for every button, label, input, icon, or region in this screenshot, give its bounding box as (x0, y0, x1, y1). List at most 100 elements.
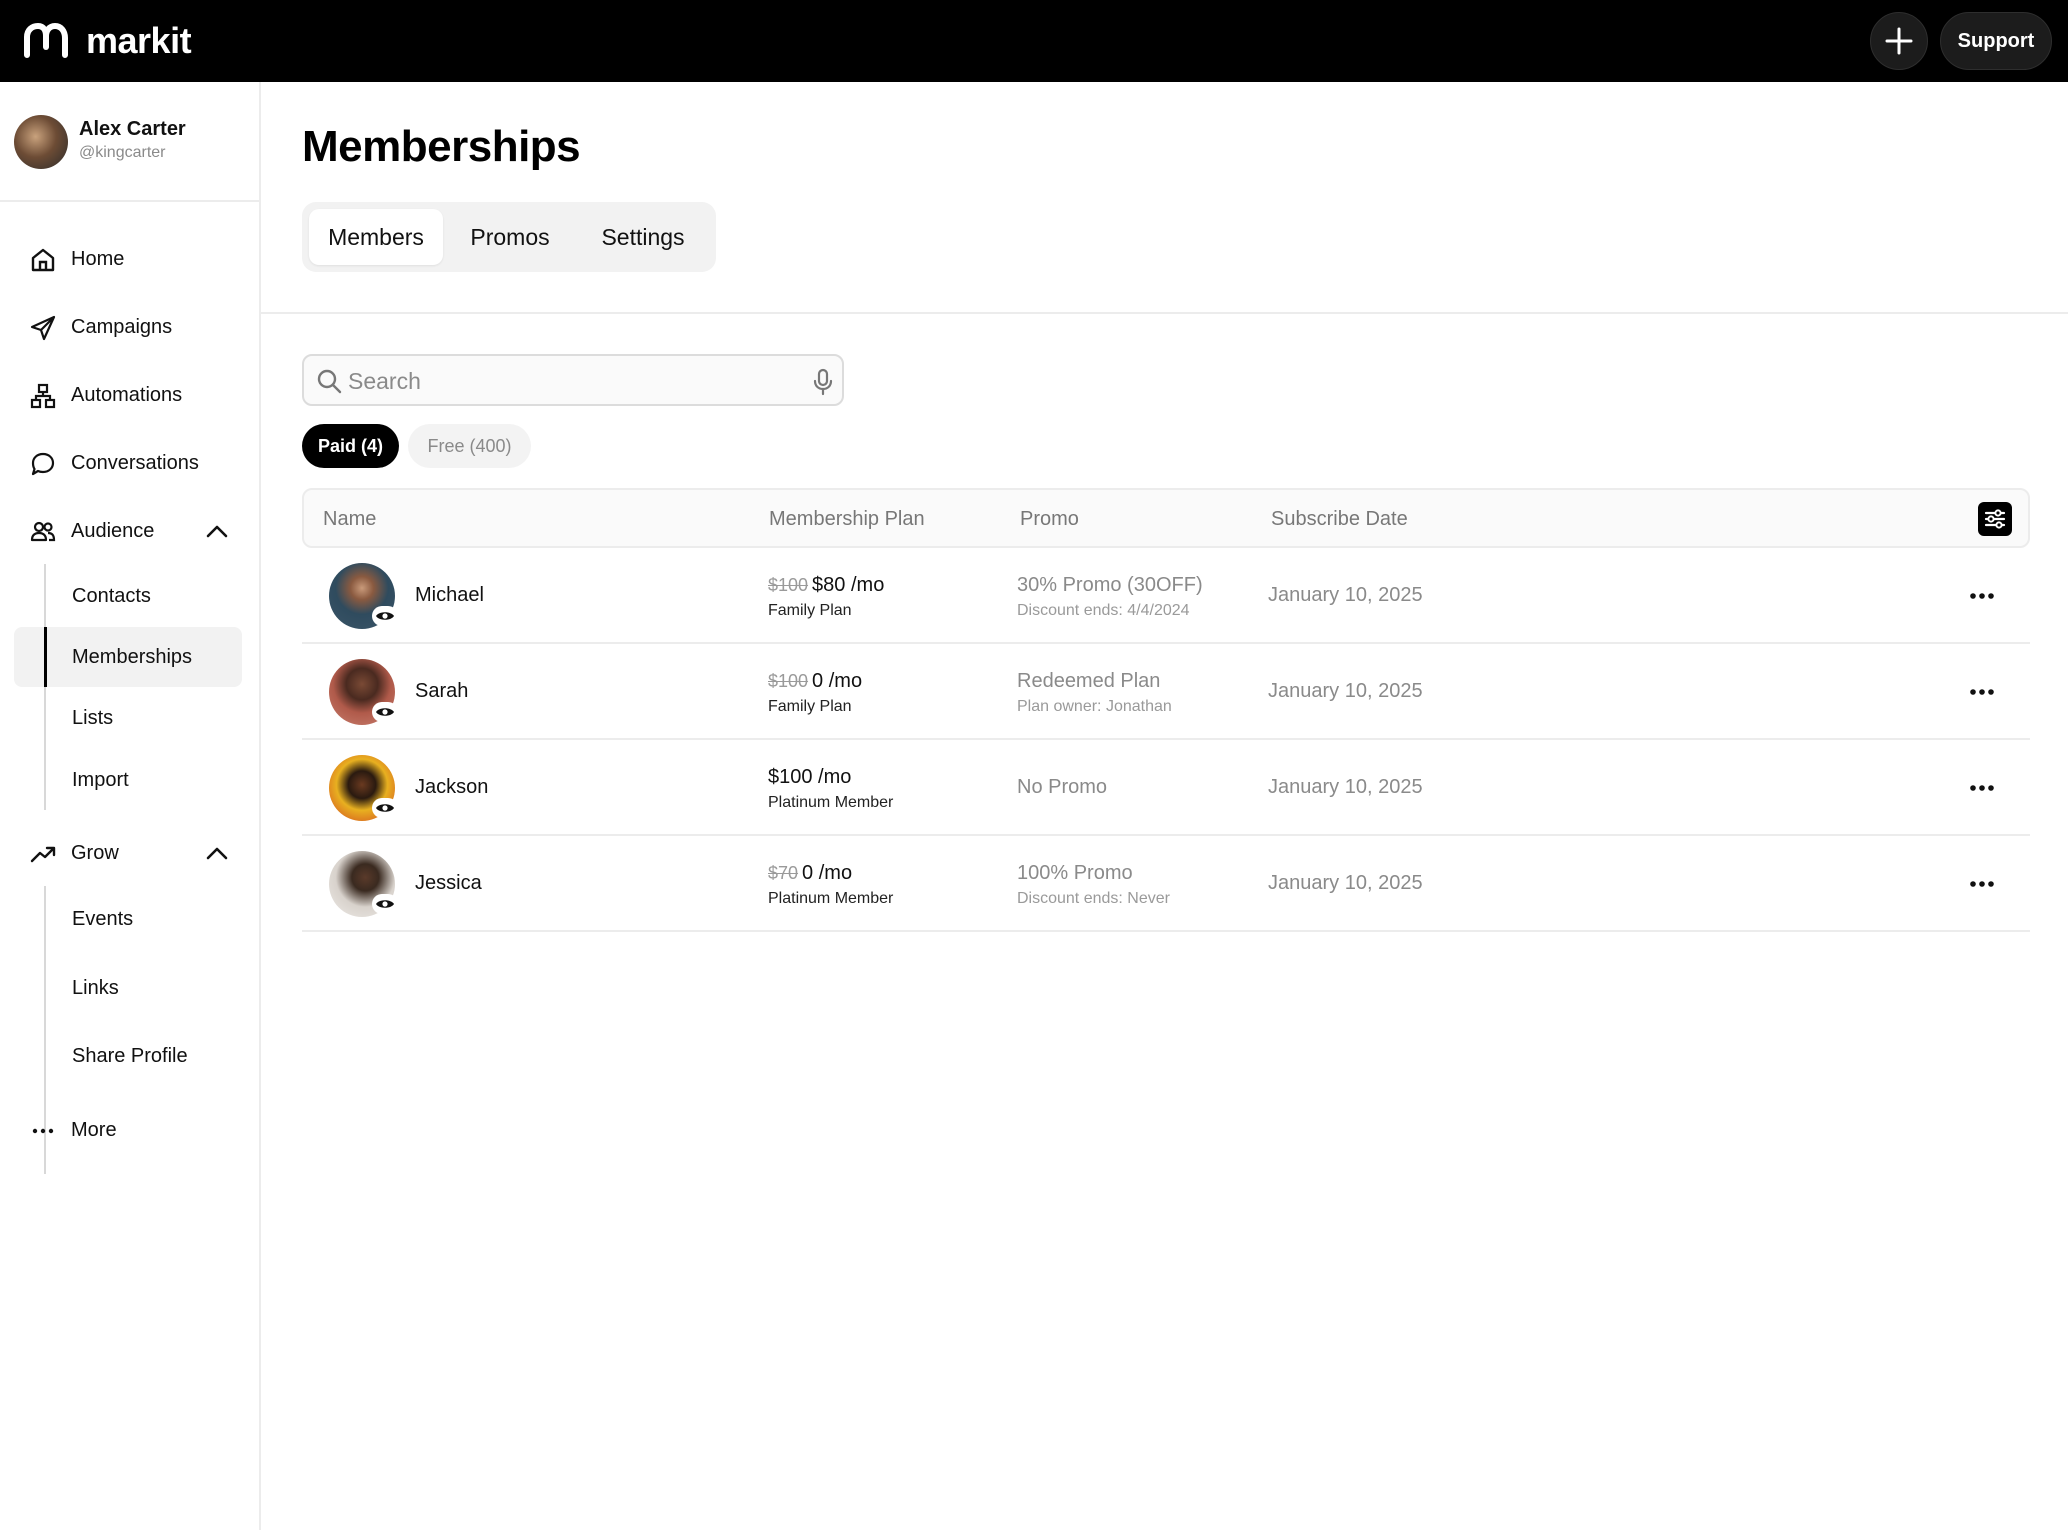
profile-handle: @kingcarter (79, 144, 166, 161)
plan-price: $70 0 /mo (768, 862, 852, 885)
plan-name: Family Plan (768, 602, 852, 619)
tab-settings[interactable]: Settings (579, 209, 707, 265)
current-price: $100 /mo (768, 766, 852, 788)
sidebar-item-grow[interactable]: Grow (0, 827, 259, 879)
sidebar-item-events[interactable]: Events (14, 889, 242, 949)
add-button[interactable] (1870, 12, 1928, 70)
promo-name: No Promo (1017, 776, 1108, 798)
column-settings-button[interactable] (1978, 502, 2012, 536)
column-header-promo[interactable]: Promo (1020, 508, 1079, 531)
sidebar-item-automations[interactable]: Automations (0, 369, 259, 421)
search-icon (317, 369, 342, 394)
users-icon (30, 521, 56, 542)
promo-detail: Discount ends: 4/4/2024 (1017, 602, 1190, 619)
avatar (14, 115, 68, 169)
sidebar-item-label: Import (72, 768, 129, 791)
plan-name: Platinum Member (768, 890, 894, 907)
sidebar-item-share-profile[interactable]: Share Profile (14, 1026, 242, 1086)
trending-up-icon (30, 846, 56, 863)
tab-bar: Members Promos Settings (302, 202, 716, 272)
workflow-icon (30, 383, 56, 409)
table-row[interactable]: Jessica $70 0 /mo Platinum Member 100% Pr… (302, 836, 2030, 932)
sidebar-item-lists[interactable]: Lists (14, 688, 242, 748)
column-header-plan[interactable]: Membership Plan (769, 508, 925, 531)
send-icon (30, 315, 56, 341)
more-options-icon[interactable] (1966, 584, 1998, 608)
plan-name: Platinum Member (768, 794, 894, 811)
sidebar-item-label: More (71, 1118, 117, 1141)
sidebar-item-label: Home (71, 247, 125, 270)
promo-detail: Plan owner: Jonathan (1017, 698, 1172, 715)
top-bar: markit Support (0, 0, 2068, 82)
chat-bubble-icon (31, 452, 55, 476)
table-header: Name Membership Plan Promo Subscribe Dat… (302, 488, 2030, 548)
eye-icon[interactable] (372, 702, 398, 722)
search-input[interactable] (348, 364, 788, 398)
sidebar-item-audience[interactable]: Audience (0, 505, 259, 557)
table-row[interactable]: Jackson $100 /mo Platinum Member No Prom… (302, 740, 2030, 836)
chevron-up-icon[interactable] (205, 843, 229, 863)
column-header-name[interactable]: Name (323, 508, 376, 531)
more-options-icon[interactable] (1966, 776, 1998, 800)
plan-price: $100 /mo (768, 766, 851, 789)
microphone-icon[interactable] (812, 368, 834, 396)
home-icon (31, 248, 55, 272)
table-row[interactable]: Sarah $100 0 /mo Family Plan Redeemed Pla… (302, 644, 2030, 740)
sidebar-item-label: Memberships (72, 645, 193, 668)
sidebar-item-conversations[interactable]: Conversations (0, 437, 259, 489)
page-title: Memberships (302, 122, 581, 171)
sidebar-item-links[interactable]: Links (14, 958, 242, 1018)
chevron-up-icon[interactable] (205, 521, 229, 541)
member-name: Sarah (415, 680, 469, 702)
member-name: Michael (415, 584, 484, 606)
brand-name: markit (86, 20, 192, 61)
eye-icon[interactable] (372, 894, 398, 914)
plan-name: Family Plan (768, 698, 852, 715)
support-button[interactable]: Support (1940, 12, 2052, 70)
profile-card[interactable]: Alex Carter @kingcarter (0, 82, 259, 202)
sidebar-item-label: Campaigns (71, 315, 173, 338)
more-options-icon[interactable] (1966, 680, 1998, 704)
sidebar-item-label: Conversations (71, 451, 199, 474)
more-horizontal-icon (32, 1128, 54, 1134)
member-name: Jackson (415, 776, 489, 798)
subscribe-date: January 10, 2025 (1268, 776, 1423, 798)
sidebar-item-label: Automations (71, 383, 183, 406)
sidebar-item-label: Grow (71, 841, 119, 864)
sidebar-item-campaigns[interactable]: Campaigns (0, 301, 259, 353)
eye-icon[interactable] (372, 606, 398, 626)
markit-logo-icon (24, 22, 68, 58)
sidebar-item-label: Links (72, 976, 119, 999)
sidebar-item-label: Share Profile (72, 1044, 188, 1067)
header-divider (261, 312, 2068, 314)
sidebar-item-home[interactable]: Home (0, 233, 259, 285)
subscribe-date: January 10, 2025 (1268, 680, 1423, 702)
current-price: 0 /mo (802, 862, 853, 884)
original-price: $100 (768, 671, 809, 691)
more-options-icon[interactable] (1966, 872, 1998, 896)
sidebar-item-label: Events (72, 907, 134, 930)
brand[interactable]: markit (22, 18, 192, 64)
sidebar-item-label: Audience (71, 519, 155, 542)
sidebar: Alex Carter @kingcarter Home Campaigns A… (0, 82, 261, 1530)
filter-free[interactable]: Free (400) (408, 424, 531, 468)
filter-paid[interactable]: Paid (4) (302, 424, 399, 468)
promo-name: 30% Promo (30OFF) (1017, 574, 1203, 596)
sliders-icon (1984, 509, 2006, 529)
column-header-date[interactable]: Subscribe Date (1271, 508, 1408, 531)
table-row[interactable]: Michael $100 $80 /mo Family Plan 30% Prom… (302, 548, 2030, 644)
current-price: $80 /mo (812, 574, 885, 596)
promo-detail: Discount ends: Never (1017, 890, 1170, 907)
sidebar-item-memberships[interactable]: Memberships (14, 627, 242, 687)
subscribe-date: January 10, 2025 (1268, 584, 1423, 606)
sidebar-item-contacts[interactable]: Contacts (14, 566, 242, 626)
member-name: Jessica (415, 872, 482, 894)
promo-name: Redeemed Plan (1017, 670, 1161, 692)
tab-promos[interactable]: Promos (455, 209, 565, 265)
eye-icon[interactable] (372, 798, 398, 818)
sidebar-item-import[interactable]: Import (14, 750, 242, 810)
sidebar-item-more[interactable]: More (0, 1104, 259, 1156)
original-price: $70 (768, 863, 799, 883)
tab-members[interactable]: Members (309, 209, 443, 265)
plan-price: $100 0 /mo (768, 670, 862, 693)
